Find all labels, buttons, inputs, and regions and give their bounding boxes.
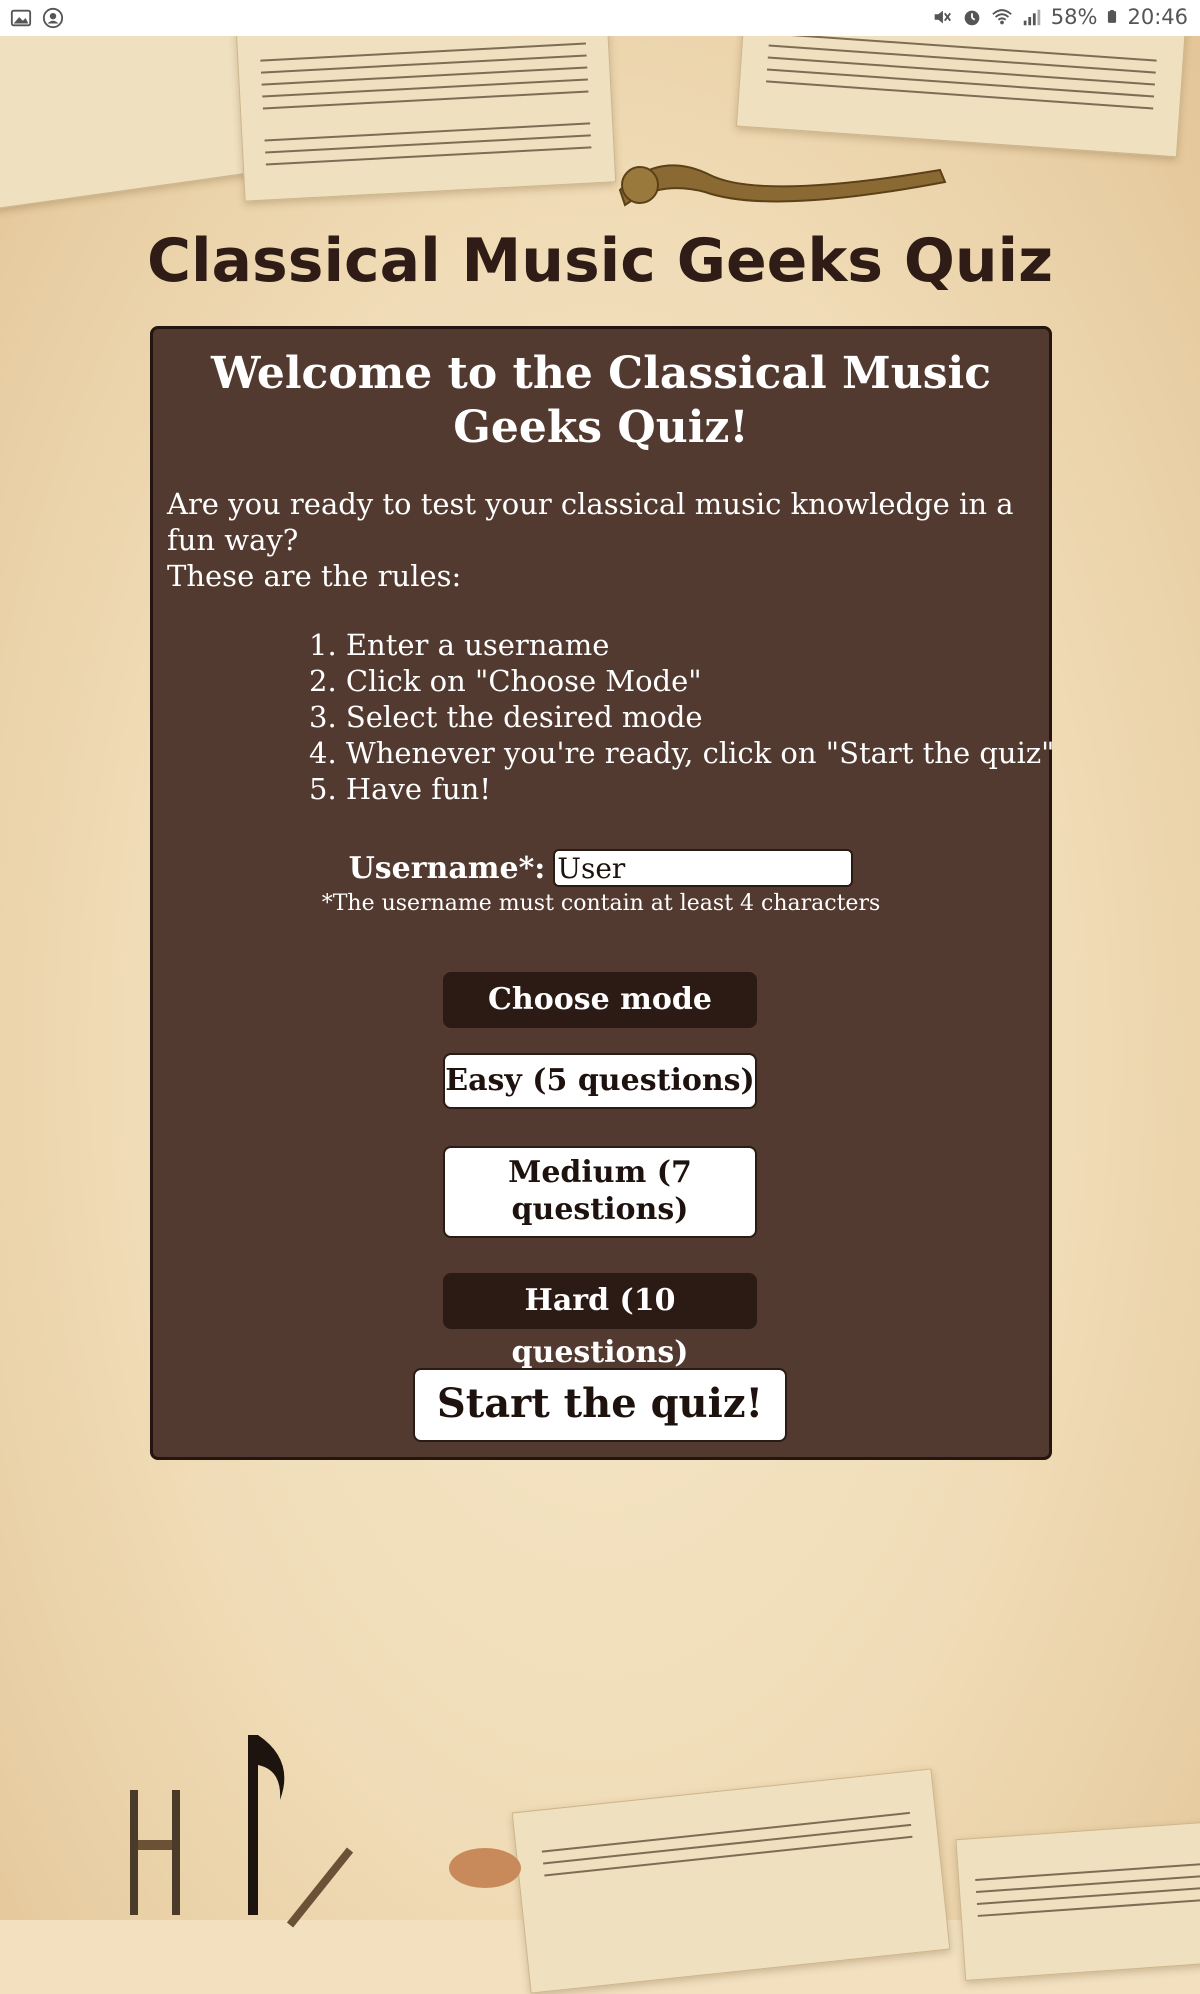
username-hint: *The username must contain at least 4 ch…: [321, 891, 881, 916]
rule-item: 2. Click on "Choose Mode": [309, 664, 702, 698]
easy-mode-button[interactable]: Easy (5 questions): [443, 1053, 757, 1109]
rules-heading: These are the rules:: [167, 559, 462, 593]
brass-ornament-icon: [618, 164, 947, 207]
medium-mode-button[interactable]: Medium (7 questions): [443, 1146, 757, 1238]
sheet-music-bottom-right: [955, 1821, 1200, 1981]
rule-item: 1. Enter a username: [309, 628, 610, 662]
intro-text: Are you ready to test your classical mus…: [167, 486, 1027, 594]
open-book-bottom: [511, 1768, 951, 1994]
clock: 20:46: [1127, 5, 1188, 29]
rule-item: 5. Have fun!: [309, 772, 491, 806]
page-title: Classical Music Geeks Quiz: [146, 226, 1054, 296]
username-row: Username*:: [153, 849, 1049, 887]
username-label: Username*:: [348, 850, 546, 886]
rules-list: 1. Enter a username 2. Click on "Choose …: [309, 627, 1055, 807]
pencil-icon: [286, 1847, 354, 1928]
quiz-intro-card: Welcome to the Classical Music Geeks Qui…: [150, 326, 1055, 1460]
sheet-music-top-center: [235, 10, 617, 202]
mute-icon: [934, 10, 951, 24]
wifi-icon: [992, 9, 1012, 25]
image-icon: [10, 9, 32, 27]
eraser-icon: [449, 1848, 521, 1888]
battery-icon: [1108, 10, 1117, 23]
metronome-icon: [130, 1790, 180, 1915]
rule-item: 3. Select the desired mode: [309, 700, 703, 734]
intro-line: Are you ready to test your classical mus…: [167, 487, 1014, 557]
username-input[interactable]: [553, 849, 854, 887]
rule-item: 4. Whenever you're ready, click on "Star…: [309, 736, 1055, 770]
hard-mode-button[interactable]: Hard (10 questions): [443, 1273, 757, 1370]
start-quiz-button[interactable]: Start the quiz!: [413, 1368, 787, 1442]
signal-icon: [1023, 9, 1041, 26]
battery-percent: 58%: [1050, 5, 1098, 29]
alarm-icon: [964, 10, 980, 26]
choose-mode-button[interactable]: Choose mode: [443, 972, 757, 1028]
welcome-heading: Welcome to the Classical Music Geeks Qui…: [211, 348, 991, 453]
account-circle-icon: [42, 7, 64, 29]
status-bar: 58% 20:46: [0, 0, 1200, 36]
